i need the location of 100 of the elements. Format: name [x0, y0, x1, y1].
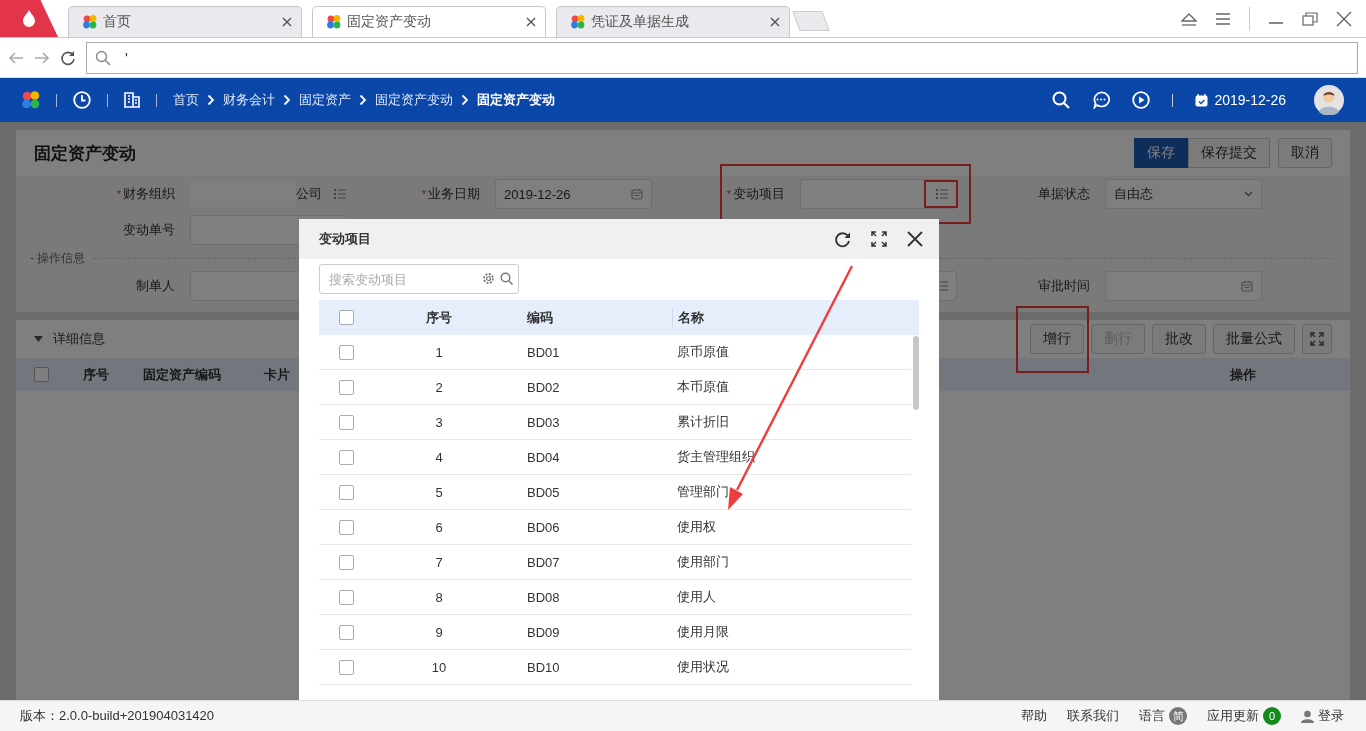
table-cell-text: 10 [430, 659, 448, 675]
restore-icon[interactable] [1302, 11, 1318, 26]
play-icon[interactable] [1132, 91, 1151, 109]
table-cell-text: 累计折旧 [676, 413, 730, 431]
field-label: 变动项目 [733, 185, 785, 203]
table-cell-text: 使用月限 [676, 623, 730, 641]
action-button[interactable]: 取消 [1278, 138, 1332, 168]
calendar-icon[interactable] [631, 188, 643, 200]
close-icon[interactable] [769, 16, 781, 28]
search-icon [95, 49, 111, 66]
close-icon[interactable] [525, 16, 537, 28]
search-icon[interactable] [1052, 91, 1071, 109]
app-logo-icon [571, 15, 585, 29]
close-icon[interactable] [281, 16, 293, 28]
caret-icon[interactable] [34, 335, 43, 343]
scrollbar[interactable] [913, 336, 919, 410]
breadcrumb-link[interactable]: 首页 [173, 91, 199, 109]
table-cell-text: BD01 [526, 344, 561, 360]
footer-link[interactable]: 联系我们 [1067, 707, 1119, 725]
chevron-icon [359, 94, 367, 106]
checkbox[interactable] [338, 554, 354, 570]
table-cell-text: 9 [434, 624, 444, 640]
user-icon [1301, 709, 1314, 723]
back-icon[interactable] [8, 50, 24, 65]
caret-icon[interactable] [1244, 191, 1253, 197]
select-field[interactable]: 自由态 [1105, 179, 1262, 209]
checkbox[interactable] [338, 659, 354, 675]
close-icon[interactable] [907, 231, 923, 247]
checkbox[interactable] [338, 484, 354, 500]
checkbox[interactable] [338, 624, 354, 640]
browser-tab[interactable]: 首页 [68, 6, 302, 37]
table-cell-text: BD05 [526, 484, 561, 500]
close-icon[interactable] [1336, 10, 1352, 27]
footer-link[interactable]: 应用更新 [1207, 707, 1259, 725]
table-cell-text: 5 [434, 484, 444, 500]
fullscreen-icon[interactable] [871, 231, 887, 247]
field-value: 公司 [296, 185, 322, 203]
action-button[interactable]: 保存 [1134, 138, 1188, 168]
reload-icon[interactable] [60, 49, 76, 66]
input-field[interactable] [1105, 271, 1262, 301]
field-label: 变动单号 [123, 221, 175, 239]
browser-tab[interactable]: 凭证及单据生成 [556, 6, 790, 37]
column-header: 序号 [83, 365, 109, 384]
drop-icon [22, 9, 36, 27]
footer-link[interactable]: 语言 [1139, 707, 1165, 725]
action-button[interactable]: 批改 [1152, 324, 1206, 354]
required-mark: * [726, 188, 731, 200]
calendar-icon[interactable] [1241, 280, 1253, 292]
column-header: 序号 [425, 308, 453, 327]
input-field[interactable] [800, 179, 957, 209]
breadcrumb-link[interactable]: 固定资产变动 [477, 91, 555, 109]
checkbox[interactable] [338, 589, 354, 605]
table-cell-text: 8 [434, 589, 444, 605]
fullscreen-button[interactable] [1302, 324, 1332, 354]
language-badge: 简 [1169, 707, 1187, 725]
browser-tab[interactable]: 固定资产变动 [312, 6, 546, 37]
app-logo-icon[interactable] [22, 91, 40, 109]
checkbox[interactable] [338, 310, 354, 325]
footer-link[interactable]: 帮助 [1021, 707, 1047, 725]
required-mark: * [421, 188, 426, 200]
chevron-icon [461, 94, 469, 106]
clock-icon[interactable] [73, 91, 91, 109]
table-cell-text: BD07 [526, 554, 561, 570]
field-label: 单据状态 [1038, 185, 1090, 203]
checkbox[interactable] [338, 519, 354, 535]
checkbox[interactable] [338, 379, 354, 395]
building-icon[interactable] [124, 92, 140, 108]
required-mark: * [116, 188, 121, 200]
search-icon[interactable] [500, 272, 513, 285]
column-header: 编码 [526, 308, 554, 327]
table-cell-text: BD06 [526, 519, 561, 535]
checkbox[interactable] [338, 414, 354, 430]
breadcrumb-link[interactable]: 财务会计 [223, 91, 275, 109]
input-field[interactable]: 2019-12-26 [495, 179, 652, 209]
column-header: 卡片 [264, 365, 290, 384]
refresh-icon[interactable] [834, 230, 851, 248]
forward-icon[interactable] [34, 50, 50, 65]
avatar-icon[interactable] [1314, 85, 1344, 115]
action-button[interactable]: 保存提交 [1188, 138, 1270, 168]
address-field[interactable]: ' [86, 41, 1358, 74]
menu-icon[interactable] [1215, 11, 1231, 26]
settings-icon[interactable] [482, 272, 495, 285]
breadcrumb-link[interactable]: 固定资产 [299, 91, 351, 109]
table-cell-text: BD02 [526, 379, 561, 395]
action-button[interactable]: 增行 [1030, 324, 1084, 354]
breadcrumb-link[interactable]: 固定资产变动 [375, 91, 453, 109]
collapse-icon[interactable] [1181, 11, 1197, 26]
footer-link[interactable]: 登录 [1318, 707, 1344, 725]
list-icon[interactable] [936, 188, 948, 200]
search-field[interactable]: 搜索变动项目 [319, 264, 519, 294]
checkbox[interactable] [338, 449, 354, 465]
checkbox[interactable] [338, 344, 354, 360]
chat-icon[interactable] [1092, 91, 1111, 109]
page-title: 固定资产变动 [34, 142, 136, 165]
app-logo-icon [327, 15, 341, 29]
action-button[interactable]: 批量公式 [1213, 324, 1295, 354]
dialog-title: 变动项目 [319, 230, 371, 248]
table-cell-text: 使用部门 [676, 553, 730, 571]
checkbox[interactable] [34, 367, 49, 382]
field-label: 财务组织 [123, 185, 175, 203]
